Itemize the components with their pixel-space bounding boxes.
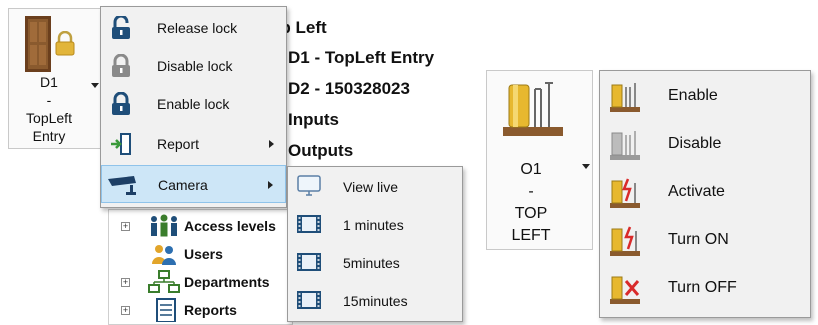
door-panel: op Left D1 - TopLeft Entry D2 - 15032802…: [0, 0, 470, 325]
chevron-down-icon[interactable]: [582, 164, 590, 169]
menu-item-disable[interactable]: Disable: [600, 121, 810, 169]
menu-item-disable-lock[interactable]: Disable lock: [101, 47, 286, 85]
lock-icon: [112, 92, 130, 115]
output-device-tile[interactable]: O1 - TOP LEFT: [486, 70, 593, 250]
film-icon: [297, 253, 321, 271]
tile-label-line: TOP: [514, 205, 548, 222]
tile-label-line: D1: [40, 74, 58, 90]
menu-item-label: 5minutes: [343, 255, 400, 271]
door-context-menu: Release lock Disable lock Enable lock Re…: [100, 6, 287, 208]
output-disable-icon: [610, 131, 640, 160]
door-device-tile[interactable]: D1 - TopLeft Entry: [8, 8, 102, 149]
expand-icon[interactable]: +: [121, 306, 130, 315]
menu-item-label: Camera: [158, 177, 208, 193]
output-turn-off-icon: [610, 276, 640, 304]
output-activate-icon: [610, 178, 640, 208]
menu-item-turn-off[interactable]: Turn OFF: [600, 265, 810, 313]
menu-item-label: Disable lock: [157, 58, 233, 74]
tree-item-label: Access levels: [184, 218, 276, 234]
lock-disabled-icon: [112, 54, 130, 77]
monitor-icon: [297, 175, 321, 196]
tree-item-access-levels[interactable]: + Access levels: [109, 212, 294, 240]
tree-item-label: Users: [184, 246, 223, 262]
menu-item-camera[interactable]: Camera: [101, 165, 286, 203]
menu-item-1-minutes[interactable]: 1 minutes: [288, 206, 462, 244]
output-context-menu: Enable Disable Activate Turn ON Turn OFF: [599, 70, 811, 318]
users-icon: [152, 245, 176, 265]
menu-item-activate[interactable]: Activate: [600, 169, 810, 217]
tree-item-label: Departments: [184, 274, 270, 290]
report-door-icon: [111, 133, 131, 155]
menu-item-label: Turn ON: [668, 231, 729, 248]
menu-item-label: Release lock: [157, 20, 238, 36]
chevron-right-icon: [268, 181, 273, 189]
menu-item-label: View live: [343, 179, 398, 195]
tile-label-line: -: [528, 183, 534, 200]
expand-icon[interactable]: +: [121, 222, 130, 231]
menu-item-label: 1 minutes: [343, 217, 404, 233]
menu-item-label: Enable lock: [157, 96, 230, 112]
padlock-icon: [55, 31, 75, 56]
menu-item-report[interactable]: Report: [101, 125, 286, 163]
tile-label-line: O1: [520, 161, 542, 178]
menu-item-label: 15minutes: [343, 293, 408, 309]
chevron-right-icon: [269, 140, 274, 148]
menu-item-turn-on[interactable]: Turn ON: [600, 217, 810, 265]
camera-icon: [108, 176, 136, 195]
menu-item-label: Disable: [668, 135, 722, 152]
people-icon: [151, 214, 177, 237]
menu-item-label: Report: [157, 136, 200, 152]
film-icon: [297, 215, 321, 233]
film-icon: [297, 291, 321, 309]
door-d2-line: D2 - 150328023: [288, 79, 410, 98]
expand-icon[interactable]: +: [121, 278, 130, 287]
menu-item-enable[interactable]: Enable: [600, 73, 810, 121]
tile-label-line: Entry: [32, 128, 66, 144]
output-panel: e s O1 - TOP LEFT Enable: [480, 66, 818, 325]
menu-item-label: Turn OFF: [668, 279, 737, 296]
menu-item-label: Activate: [668, 183, 725, 200]
tree-item-departments[interactable]: + Departments: [109, 268, 294, 296]
tree-item-label: Reports: [184, 302, 237, 318]
inputs-line: Inputs: [288, 110, 339, 129]
menu-item-5minutes[interactable]: 5minutes: [288, 244, 462, 282]
menu-item-label: Enable: [668, 87, 718, 104]
tree-item-reports[interactable]: + Reports: [109, 296, 294, 324]
reports-icon: [156, 298, 176, 322]
relay-output-icon: [503, 82, 563, 136]
navigation-tree: + Access levels Users + Departments + Re…: [108, 209, 293, 325]
tile-label-line: -: [46, 92, 52, 108]
menu-item-enable-lock[interactable]: Enable lock: [101, 85, 286, 123]
chevron-down-icon[interactable]: [91, 83, 99, 88]
tile-label-line: TopLeft: [26, 110, 72, 126]
lock-open-icon: [112, 16, 130, 39]
output-turn-on-icon: [610, 226, 640, 256]
menu-item-15minutes[interactable]: 15minutes: [288, 282, 462, 320]
outputs-line: Outputs: [288, 141, 354, 160]
menu-item-view-live[interactable]: View live: [288, 168, 462, 206]
tree-item-users[interactable]: Users: [109, 240, 294, 268]
departments-icon: [148, 270, 180, 293]
camera-submenu: View live 1 minutes 5minutes 15minutes: [287, 166, 463, 322]
output-enable-icon: [610, 83, 640, 112]
door-d1-line: D1 - TopLeft Entry: [288, 48, 435, 67]
tile-label-line: LEFT: [511, 227, 551, 244]
menu-item-release-lock[interactable]: Release lock: [101, 9, 286, 47]
